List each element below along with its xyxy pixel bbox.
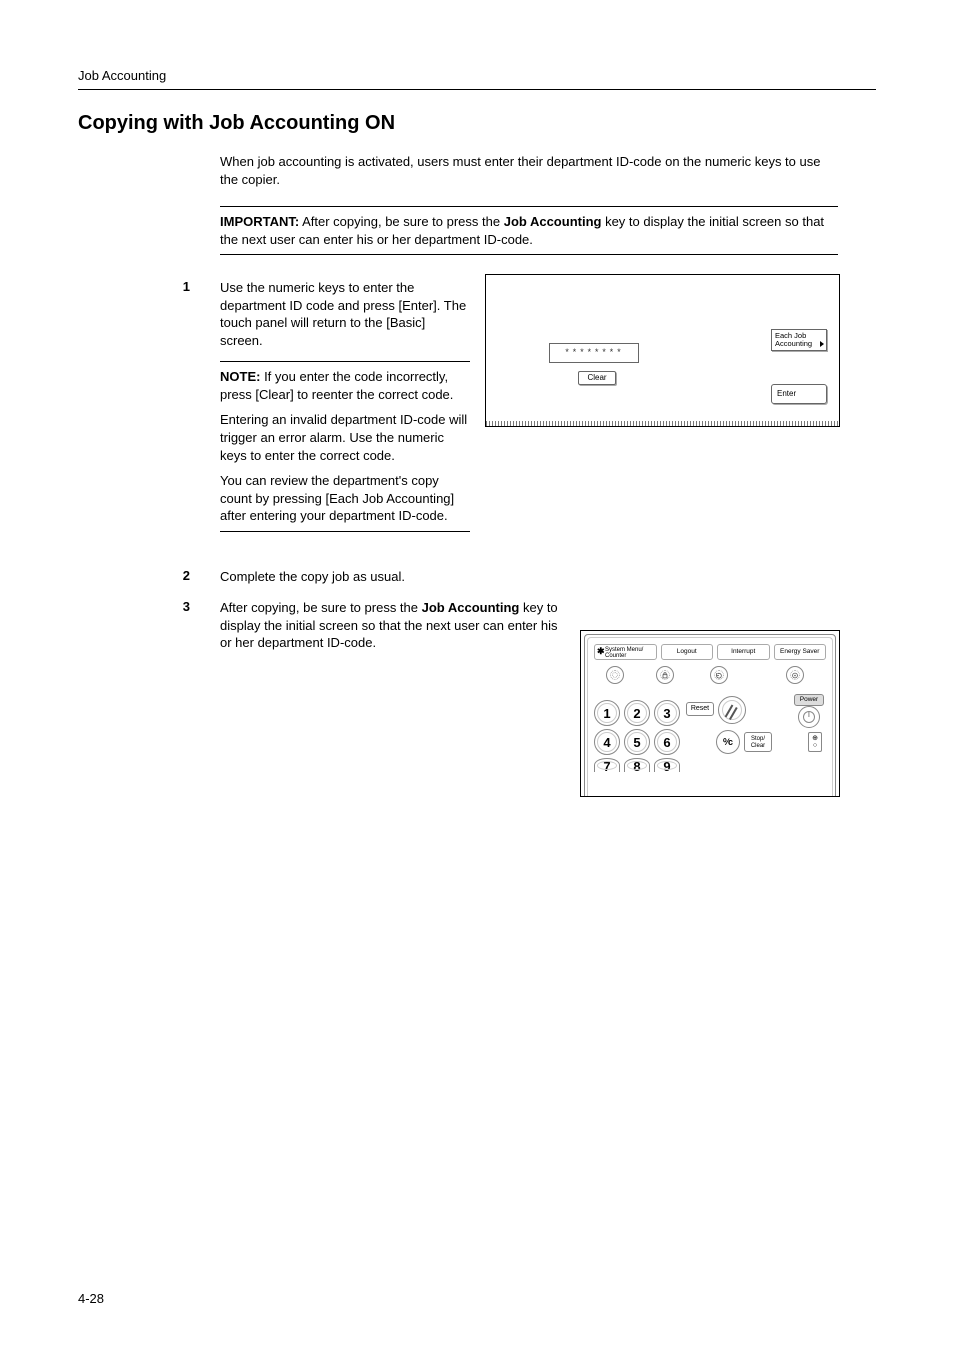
system-menu-button[interactable]: ✱System Menu/ Counter [594,644,657,660]
step-2: 2 Complete the copy job as usual. [78,568,876,586]
cancel-icon[interactable] [718,696,746,724]
enter-button[interactable]: Enter [771,384,827,404]
key-8[interactable]: 8 [624,758,650,772]
important-note: IMPORTANT: After copying, be sure to pre… [220,206,838,255]
clear-button[interactable]: Clear [578,371,616,385]
key-2[interactable]: 2 [624,700,650,726]
power-button[interactable] [798,706,820,728]
note-p3: You can review the department's copy cou… [220,472,470,525]
touchpanel-hatch [486,421,839,426]
energy-icon [786,666,804,684]
percent-clear-button[interactable]: ⁰⁄c [716,730,740,754]
step-2-text: Complete the copy job as usual. [220,568,876,586]
reset-button[interactable]: Reset [686,702,714,716]
panel-top-row: ✱System Menu/ Counter Logout Interrupt E… [594,644,826,660]
step-1-number: 1 [78,279,220,544]
key-4[interactable]: 4 [594,729,620,755]
key-1[interactable]: 1 [594,700,620,726]
running-header: Job Accounting [78,68,876,90]
important-bold: Job Accounting [504,214,602,229]
touchpanel-figure: ******** Clear Each Job Accounting Enter [485,274,840,427]
status-indicator: ⊕○ [808,732,822,752]
intro-paragraph: When job accounting is activated, users … [220,153,838,188]
key-9[interactable]: 9 [654,758,680,772]
energy-saver-button[interactable]: Energy Saver [774,644,827,660]
control-panel-figure: ✱System Menu/ Counter Logout Interrupt E… [580,630,840,797]
note-label: NOTE: [220,369,260,384]
step-3-number: 3 [78,599,220,652]
interrupt-icon [710,666,728,684]
key-5[interactable]: 5 [624,729,650,755]
step-1-note: NOTE: If you enter the code incorrectly,… [220,361,470,531]
panel-border-outer: ✱System Menu/ Counter Logout Interrupt E… [584,634,836,797]
key-3[interactable]: 3 [654,700,680,726]
important-label: IMPORTANT: [220,214,299,229]
step-3-text: After copying, be sure to press the Job … [220,599,565,652]
note-p2: Entering an invalid department ID-code w… [220,411,470,464]
numeric-keypad: 1 2 3 4 5 6 7 8 9 [594,700,680,775]
step-2-number: 2 [78,568,220,586]
page-number: 4-28 [78,1291,104,1306]
indicator-1 [606,666,624,684]
power-label: Power [794,694,824,706]
step-1-text: Use the numeric keys to enter the depart… [220,279,470,349]
important-text-before: After copying, be sure to press the [299,214,504,229]
interrupt-button[interactable]: Interrupt [717,644,770,660]
key-6[interactable]: 6 [654,729,680,755]
id-code-display: ******** [549,343,639,363]
panel-border-inner: ✱System Menu/ Counter Logout Interrupt E… [587,637,833,797]
section-heading: Copying with Job Accounting ON [78,112,876,135]
stop-clear-button[interactable]: Stop/ Clear [744,732,772,752]
logout-button[interactable]: Logout [661,644,714,660]
each-job-accounting-button[interactable]: Each Job Accounting [771,329,827,351]
lock-icon [656,666,674,684]
key-7[interactable]: 7 [594,758,620,772]
